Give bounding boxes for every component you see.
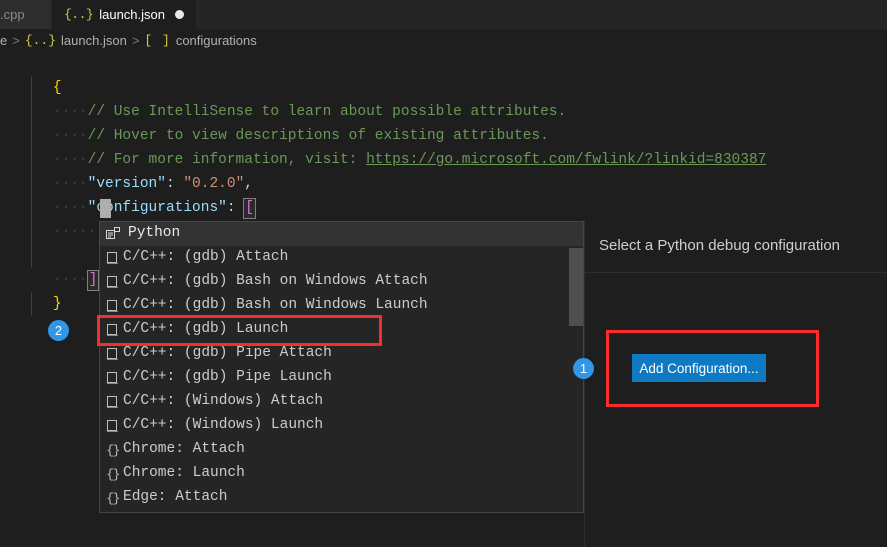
- extension-icon: [105, 226, 122, 242]
- breadcrumb-item-launch-json[interactable]: launch.json: [61, 33, 127, 48]
- breadcrumb-item-folder[interactable]: e: [0, 33, 7, 48]
- blank-file-icon: [105, 251, 120, 266]
- blank-file-icon: [105, 323, 120, 338]
- quickpick-group-label: Python: [128, 225, 181, 241]
- documentation-link[interactable]: https://go.microsoft.com/fwlink/?linkid=…: [366, 152, 766, 168]
- breadcrumb-separator-icon: >: [12, 33, 20, 48]
- close-brace-token: }: [52, 296, 62, 312]
- add-configuration-button[interactable]: Add Configuration...: [632, 354, 766, 382]
- colon-token: :: [226, 200, 245, 216]
- blank-file-icon: [105, 299, 120, 314]
- quickpick-item[interactable]: {} Chrome: Attach: [100, 438, 583, 462]
- tab-launch-json[interactable]: {..} launch.json: [52, 0, 197, 29]
- quickpick-item-label: C/C++: (gdb) Pipe Attach: [123, 345, 332, 361]
- quickpick-item-label: C/C++: (gdb) Attach: [123, 249, 289, 265]
- quick-pick-dropdown[interactable]: Python C/C++: (gdb) Attach C/C++: (gdb) …: [99, 221, 584, 513]
- code-line: ····// Use IntelliSense to learn about p…: [18, 76, 566, 120]
- breadcrumb-item-configurations[interactable]: configurations: [176, 33, 257, 48]
- quickpick-item-label: C/C++: (gdb) Bash on Windows Launch: [123, 297, 428, 313]
- editor-tab-bar: .cpp {..} launch.json: [0, 0, 887, 29]
- quickpick-item[interactable]: C/C++: (gdb) Pipe Attach: [100, 342, 583, 366]
- quickpick-item[interactable]: C/C++: (Windows) Launch: [100, 414, 583, 438]
- code-line: ····"configurations": [: [18, 172, 256, 219]
- debug-side-panel: Select a Python debug configuration: [584, 219, 887, 547]
- blank-file-icon: [105, 371, 120, 386]
- quickpick-item-label: C/C++: (gdb) Bash on Windows Attach: [123, 273, 428, 289]
- tab-cpp-file[interactable]: .cpp: [0, 0, 52, 29]
- quickpick-item[interactable]: C/C++: (gdb) Attach: [100, 246, 583, 270]
- close-bracket-token: ]: [86, 270, 100, 291]
- quickpick-item-label: Edge: Attach: [123, 489, 228, 505]
- code-line: ····]: [18, 244, 100, 291]
- blank-file-icon: [105, 419, 120, 434]
- breadcrumb: e > {..} launch.json > [ ] configuration…: [0, 29, 887, 52]
- quickpick-item[interactable]: C/C++: (gdb) Bash on Windows Attach: [100, 270, 583, 294]
- annotation-badge-2: 2: [48, 320, 69, 341]
- quickpick-item-label: C/C++: (Windows) Attach: [123, 393, 324, 409]
- unsaved-dot-icon: [175, 10, 184, 19]
- code-line: ····// For more information, visit: http…: [18, 124, 767, 168]
- quickpick-item-label: C/C++: (Windows) Launch: [123, 417, 324, 433]
- braces-icon: {}: [106, 466, 120, 482]
- panel-title: Select a Python debug configuration: [585, 219, 887, 273]
- json-file-icon: {..}: [24, 33, 57, 48]
- quickpick-item[interactable]: {} Chrome: Launch: [100, 462, 583, 486]
- blank-file-icon: [105, 347, 120, 362]
- braces-icon: {}: [106, 442, 120, 458]
- code-line: {: [18, 52, 62, 96]
- tab-label: launch.json: [99, 7, 165, 22]
- quickpick-scrollbar-thumb[interactable]: [569, 248, 583, 326]
- code-line: ····"version": "0.2.0",: [18, 148, 253, 192]
- json-file-icon: {..}: [64, 7, 94, 22]
- array-symbol-icon: [ ]: [144, 33, 171, 48]
- quickpick-item[interactable]: C/C++: (gdb) Pipe Launch: [100, 366, 583, 390]
- code-line: ····// Hover to view descriptions of exi…: [18, 100, 549, 144]
- annotation-badge-1: 1: [573, 358, 594, 379]
- quickpick-item[interactable]: C/C++: (gdb) Bash on Windows Launch: [100, 294, 583, 318]
- blank-file-icon: [105, 275, 120, 290]
- open-bracket-token: [: [243, 198, 256, 219]
- quickpick-item-label: C/C++: (gdb) Pipe Launch: [123, 369, 332, 385]
- braces-icon: {}: [106, 490, 120, 506]
- text-cursor: [100, 199, 111, 218]
- blank-file-icon: [105, 395, 120, 410]
- quickpick-item-label: Chrome: Launch: [123, 465, 245, 481]
- breadcrumb-separator-icon: >: [131, 33, 140, 48]
- quickpick-item[interactable]: C/C++: (Windows) Attach: [100, 390, 583, 414]
- code-line: }: [18, 268, 62, 312]
- quickpick-item-gdb-launch[interactable]: C/C++: (gdb) Launch: [100, 318, 583, 342]
- quickpick-item[interactable]: {} Edge: Attach: [100, 486, 583, 510]
- quickpick-item-label: C/C++: (gdb) Launch: [123, 321, 289, 337]
- quickpick-item-label: Chrome: Attach: [123, 441, 245, 457]
- quickpick-group-python: Python: [100, 222, 583, 246]
- tab-label: .cpp: [0, 7, 25, 22]
